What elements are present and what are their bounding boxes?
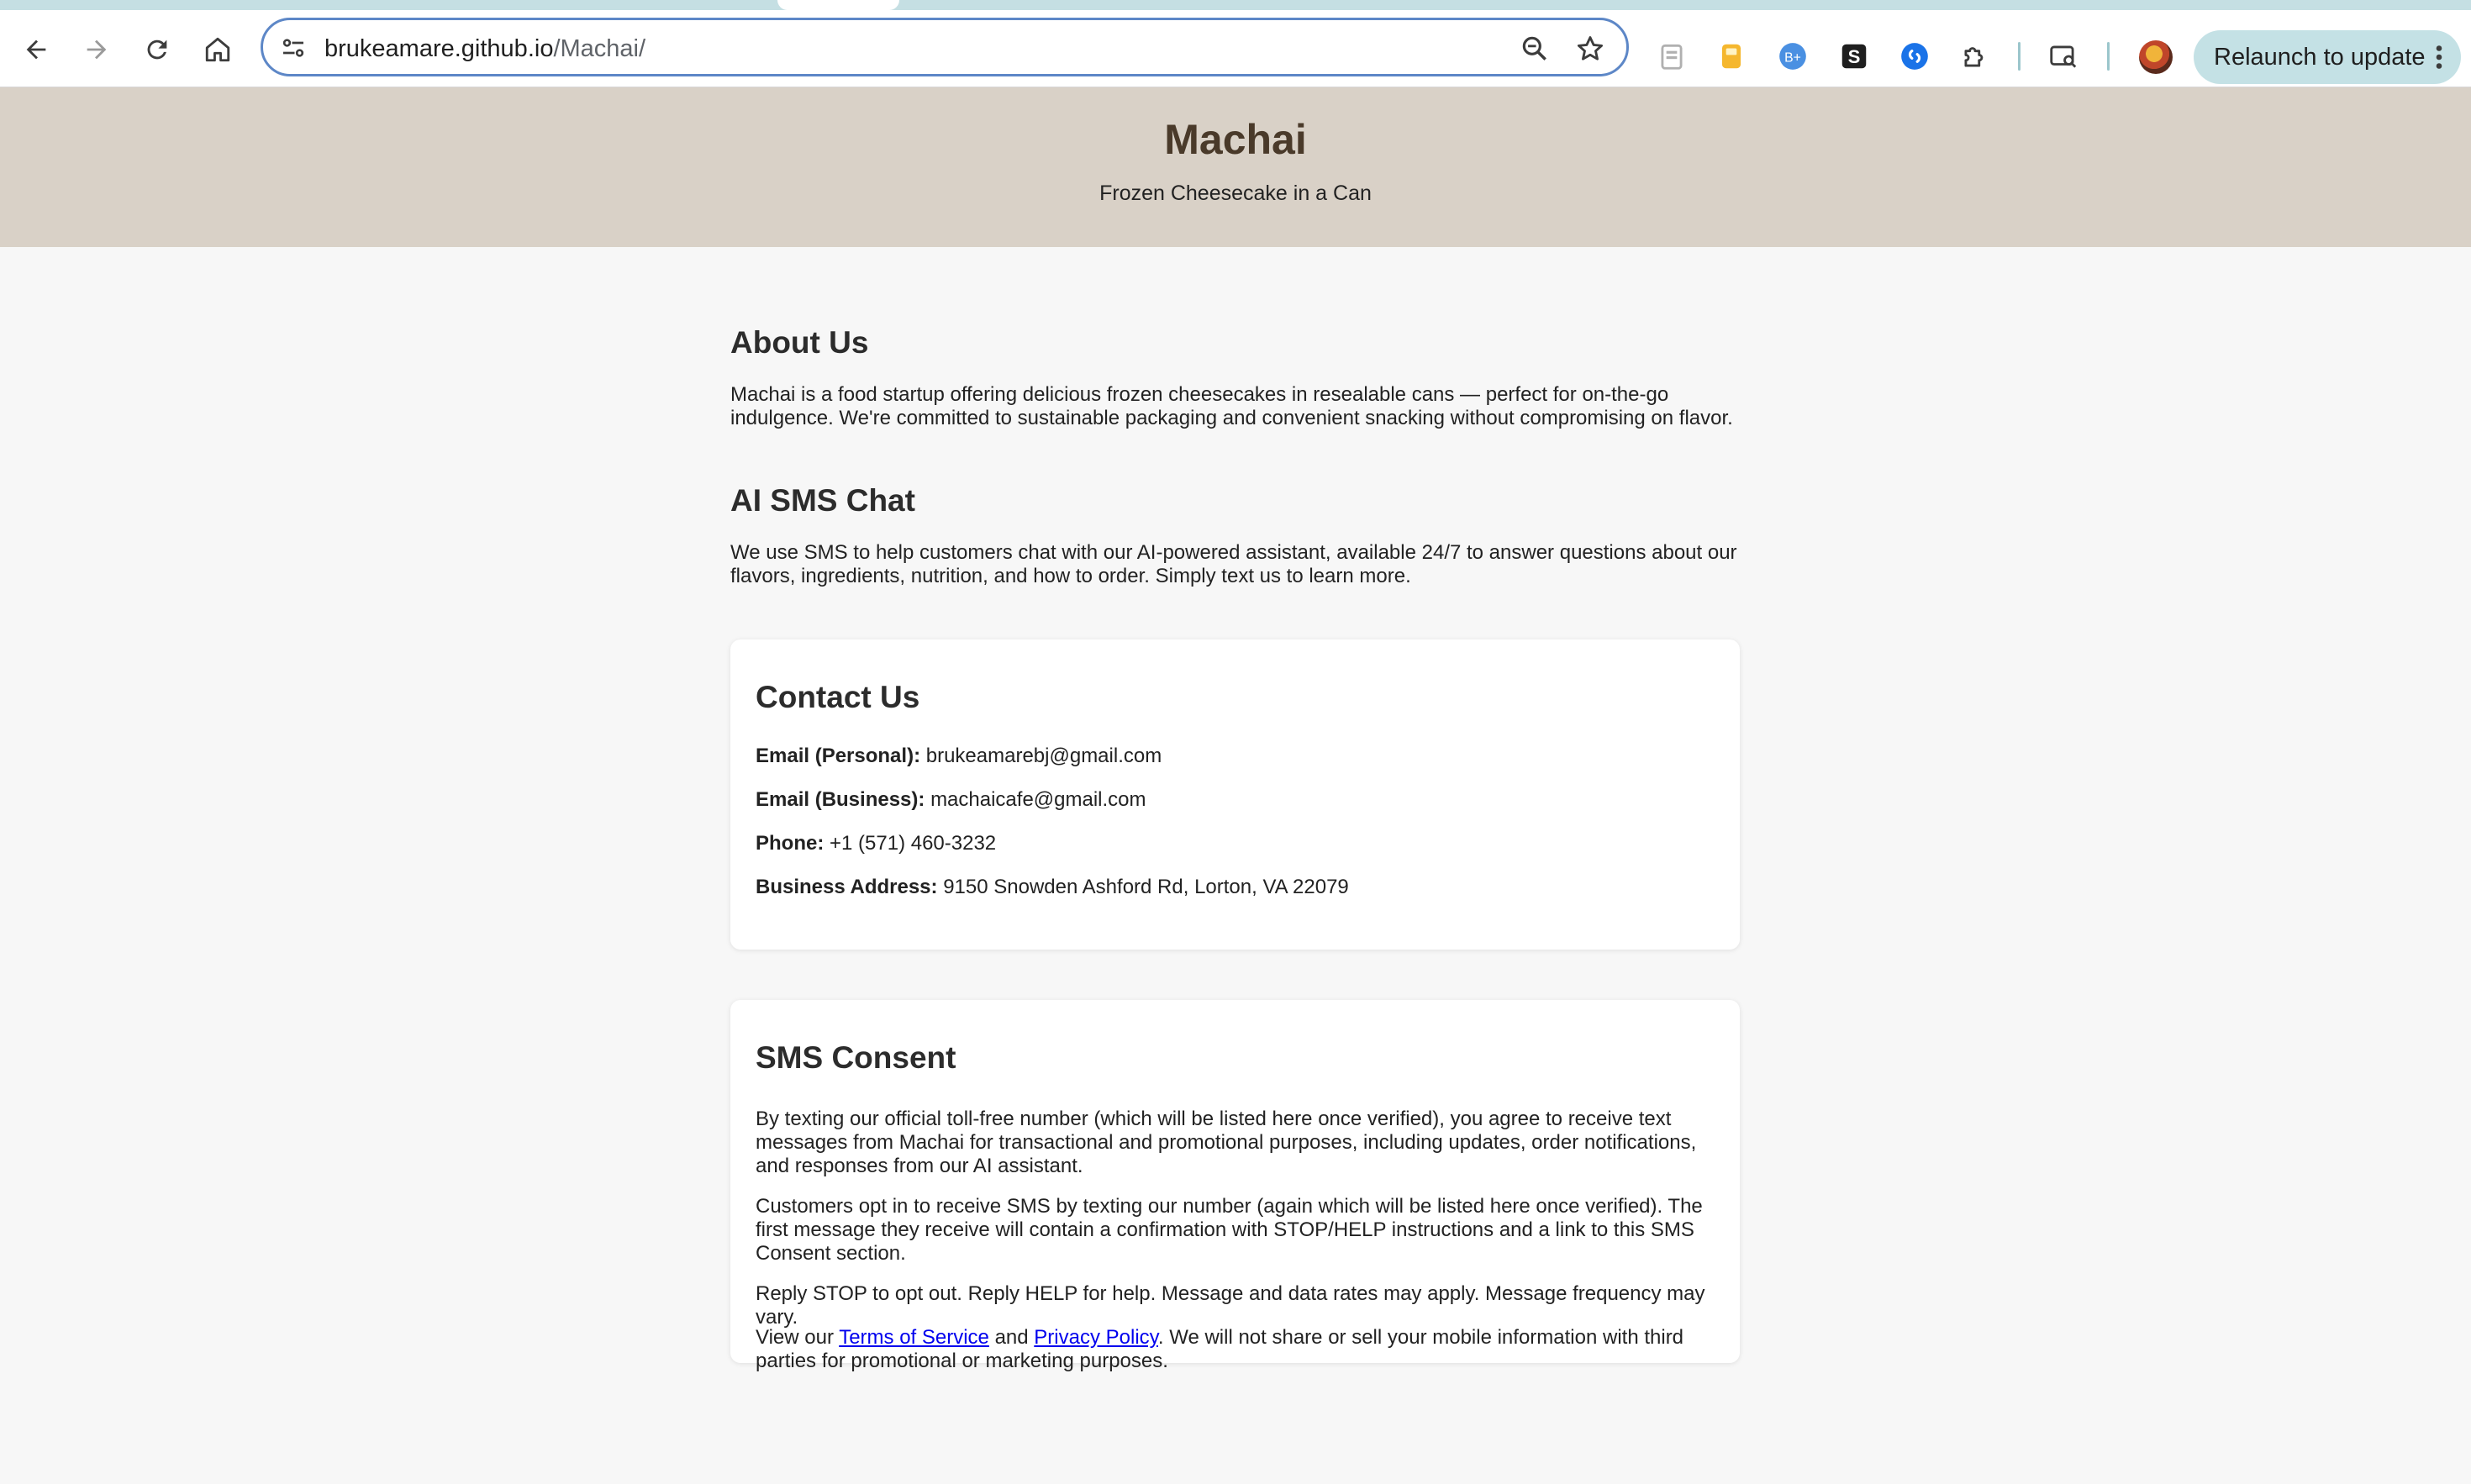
phone-label: Phone:	[756, 832, 825, 855]
home-button[interactable]	[195, 27, 240, 72]
email-personal-value[interactable]: brukeamarebj@gmail.com	[926, 745, 1162, 767]
sms-consent-paragraph-3: Reply STOP to opt out. Reply HELP for he…	[756, 1282, 1705, 1329]
svg-text:B+: B+	[1784, 50, 1801, 65]
contact-heading: Contact Us	[756, 680, 920, 714]
url-text[interactable]: brukeamare.github.io/Machai/	[324, 34, 645, 64]
sms-consent-heading: SMS Consent	[756, 1040, 956, 1075]
privacy-policy-link[interactable]: Privacy Policy	[1034, 1326, 1158, 1349]
about-body: Machai is a food startup offering delici…	[730, 383, 1733, 429]
profile-avatar[interactable]	[2139, 40, 2173, 74]
contact-email-business: Email (Business): machaicafe@gmail.com	[756, 787, 1146, 813]
sms-consent-card: SMS Consent By texting our official toll…	[730, 1000, 1740, 1372]
forward-icon	[87, 39, 107, 60]
sms-consent-paragraph-1: By texting our official toll-free number…	[756, 1108, 1697, 1177]
back-icon	[26, 39, 46, 60]
bplus-extension-icon[interactable]: B+	[1777, 40, 1809, 72]
sms-consent-paragraph-4: View our Terms of Service and Privacy Po…	[756, 1326, 1714, 1373]
puzzle-icon[interactable]	[1959, 40, 1991, 72]
email-personal-label: Email (Personal):	[756, 745, 921, 767]
site-title: Machai	[1164, 116, 1307, 163]
kebab-menu-icon[interactable]	[2431, 42, 2447, 72]
terms-of-service-link[interactable]: Terms of Service	[839, 1326, 989, 1349]
sms-consent-paragraph-2: Customers opt in to receive SMS by texti…	[756, 1195, 1703, 1265]
url-path: /Machai/	[553, 35, 646, 62]
toolbar-divider	[2018, 42, 2021, 71]
site-tagline: Frozen Cheesecake in a Can	[1099, 182, 1372, 205]
note-extension-icon[interactable]	[1715, 40, 1747, 72]
reload-button[interactable]	[134, 27, 180, 72]
tab-strip	[0, 0, 2471, 10]
url-host: brukeamare.github.io	[324, 35, 554, 62]
address-bar[interactable]: brukeamare.github.io/Machai/	[261, 18, 1629, 76]
address-value: 9150 Snowden Ashford Rd, Lorton, VA 2207…	[943, 876, 1349, 898]
active-tab[interactable]	[777, 0, 899, 10]
svg-text:S: S	[1848, 46, 1861, 67]
site-settings-icon[interactable]	[278, 33, 308, 63]
email-business-value[interactable]: machaicafe@gmail.com	[930, 788, 1146, 811]
shazam-extension-icon[interactable]	[1899, 40, 1931, 72]
contact-card: Contact Us Email (Personal): brukeamareb…	[730, 639, 1740, 950]
back-button[interactable]	[13, 27, 59, 72]
tab-search-icon[interactable]	[2047, 40, 2079, 72]
home-icon	[205, 37, 230, 62]
ai-sms-chat-heading: AI SMS Chat	[730, 483, 915, 518]
policy-and: and	[988, 1326, 1035, 1349]
relaunch-label: Relaunch to update	[2214, 44, 2426, 71]
reader-extension-icon[interactable]	[1656, 40, 1688, 72]
phone-value[interactable]: +1 (571) 460-3232	[830, 832, 996, 855]
browser-toolbar: brukeamare.github.io/Machai/ B+ S Relaun…	[0, 10, 2471, 87]
contact-email-personal: Email (Personal): brukeamarebj@gmail.com	[756, 744, 1162, 769]
toolbar-divider-2	[2107, 42, 2110, 71]
policy-prefix: View our	[756, 1326, 840, 1349]
about-heading: About Us	[730, 325, 869, 360]
forward-button[interactable]	[74, 27, 119, 72]
ai-sms-chat-body: We use SMS to help customers chat with o…	[730, 541, 1737, 587]
site-header: Machai Frozen Cheesecake in a Can	[0, 87, 2471, 247]
s-extension-icon[interactable]: S	[1838, 40, 1870, 72]
relaunch-button[interactable]: Relaunch to update	[2194, 30, 2461, 84]
contact-address: Business Address: 9150 Snowden Ashford R…	[756, 875, 1349, 900]
address-label: Business Address:	[756, 876, 938, 898]
reload-icon	[147, 39, 167, 60]
bookmark-star-icon[interactable]	[1574, 33, 1606, 65]
contact-phone: Phone: +1 (571) 460-3232	[756, 831, 996, 856]
email-business-label: Email (Business):	[756, 788, 925, 811]
zoom-icon[interactable]	[1519, 33, 1551, 65]
